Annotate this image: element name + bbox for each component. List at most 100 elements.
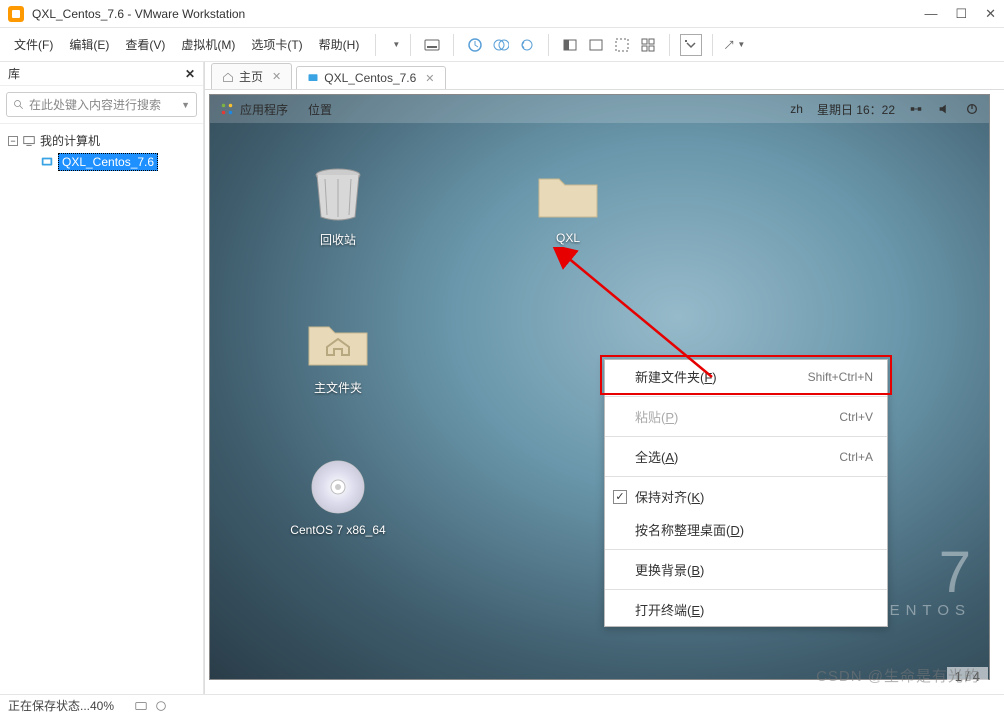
window-title: QXL_Centos_7.6 - VMware Workstation bbox=[32, 7, 245, 21]
ctx-open-terminal[interactable]: 打开终端(E) bbox=[605, 593, 887, 626]
title-bar: QXL_Centos_7.6 - VMware Workstation — ☐ … bbox=[0, 0, 1004, 28]
device-icon[interactable] bbox=[154, 699, 168, 713]
menu-file[interactable]: 文件(F) bbox=[8, 33, 59, 56]
library-title: 库 bbox=[8, 65, 20, 82]
fullscreen-button[interactable] bbox=[680, 34, 702, 56]
separator bbox=[669, 34, 670, 56]
separator bbox=[375, 34, 376, 56]
vm-viewport: 应用程序 位置 zh 星期日 16：22 回收站 bbox=[205, 90, 1004, 694]
tab-vm-label: QXL_Centos_7.6 bbox=[324, 71, 416, 85]
ctx-separator bbox=[605, 476, 887, 477]
separator bbox=[453, 34, 454, 56]
snapshot-manager-button[interactable] bbox=[490, 34, 512, 56]
home-folder-icon bbox=[303, 313, 373, 373]
ctx-new-folder[interactable]: 新建文件夹(F) Shift+Ctrl+N bbox=[605, 360, 887, 393]
desktop-iso[interactable]: CentOS 7 x86_64 bbox=[278, 457, 398, 537]
folder-icon bbox=[533, 165, 603, 225]
context-menu: 新建文件夹(F) Shift+Ctrl+N 粘贴(P) Ctrl+V 全选(A)… bbox=[604, 359, 888, 627]
desktop-trash[interactable]: 回收站 bbox=[278, 165, 398, 248]
gnome-applications[interactable]: 应用程序 bbox=[240, 101, 288, 118]
ctx-keep-aligned[interactable]: ✓ 保持对齐(K) bbox=[605, 480, 887, 513]
gnome-places[interactable]: 位置 bbox=[308, 101, 332, 118]
tab-bar: 主页 ✕ QXL_Centos_7.6 ✕ bbox=[205, 62, 1004, 90]
trash-icon bbox=[303, 165, 373, 225]
desktop-qxl-folder[interactable]: QXL bbox=[508, 165, 628, 245]
vm-tree: − 我的计算机 QXL_Centos_7.6 bbox=[0, 124, 203, 179]
volume-icon[interactable] bbox=[937, 102, 951, 116]
disc-icon bbox=[303, 457, 373, 517]
status-bar: 正在保存状态...40% bbox=[0, 694, 1004, 716]
tree-vm-label: QXL_Centos_7.6 bbox=[58, 153, 158, 171]
maximize-button[interactable]: ☐ bbox=[955, 6, 967, 22]
ctx-change-bg[interactable]: 更换背景(B) bbox=[605, 553, 887, 586]
centos-name: CENTOS bbox=[873, 602, 971, 619]
desktop-home-label: 主文件夹 bbox=[278, 379, 398, 396]
power-icon[interactable] bbox=[965, 102, 979, 116]
view-thumbnail-button[interactable] bbox=[611, 34, 633, 56]
tab-close-icon[interactable]: ✕ bbox=[272, 70, 281, 83]
tree-vm-item[interactable]: QXL_Centos_7.6 bbox=[40, 151, 195, 173]
ctx-select-all[interactable]: 全选(A) Ctrl+A bbox=[605, 440, 887, 473]
tree-root[interactable]: − 我的计算机 bbox=[8, 130, 195, 151]
snapshot-button[interactable] bbox=[464, 34, 486, 56]
view-console-button[interactable] bbox=[585, 34, 607, 56]
tab-home[interactable]: 主页 ✕ bbox=[211, 63, 292, 89]
desktop-home-folder[interactable]: 主文件夹 bbox=[278, 313, 398, 396]
menu-edit[interactable]: 编辑(E) bbox=[63, 33, 115, 56]
ctx-shortcut: Ctrl+V bbox=[839, 410, 873, 424]
checkbox-checked-icon: ✓ bbox=[613, 490, 627, 504]
vm-screen[interactable]: 应用程序 位置 zh 星期日 16：22 回收站 bbox=[209, 94, 990, 680]
library-close-button[interactable]: ✕ bbox=[185, 67, 195, 81]
close-button[interactable]: ✕ bbox=[985, 6, 996, 22]
ctx-separator bbox=[605, 589, 887, 590]
activities-icon bbox=[220, 102, 234, 116]
separator bbox=[410, 34, 411, 56]
revert-button[interactable] bbox=[516, 34, 538, 56]
library-header: 库 ✕ bbox=[0, 62, 203, 86]
vm-tab-icon bbox=[307, 72, 319, 84]
separator bbox=[548, 34, 549, 56]
disk-icon[interactable] bbox=[134, 699, 148, 713]
computer-icon bbox=[22, 134, 36, 148]
search-icon bbox=[13, 99, 25, 111]
ctx-organize[interactable]: 按名称整理桌面(D) bbox=[605, 513, 887, 546]
gnome-lang[interactable]: zh bbox=[790, 102, 803, 116]
ctx-separator bbox=[605, 549, 887, 550]
centos-version: 7 bbox=[873, 544, 971, 602]
view-single-button[interactable] bbox=[559, 34, 581, 56]
gnome-top-bar: 应用程序 位置 zh 星期日 16：22 bbox=[210, 95, 989, 123]
menu-bar: 文件(F) 编辑(E) 查看(V) 虚拟机(M) 选项卡(T) 帮助(H) ▼ … bbox=[0, 28, 1004, 62]
tree-collapse-icon[interactable]: − bbox=[8, 136, 18, 146]
vmware-logo-icon bbox=[8, 6, 24, 22]
tab-vm[interactable]: QXL_Centos_7.6 ✕ bbox=[296, 66, 445, 89]
minimize-button[interactable]: — bbox=[924, 6, 937, 22]
gnome-datetime[interactable]: 星期日 16：22 bbox=[817, 101, 895, 118]
send-ctrl-alt-del-button[interactable] bbox=[421, 34, 443, 56]
view-unity-button[interactable] bbox=[637, 34, 659, 56]
menu-help[interactable]: 帮助(H) bbox=[313, 33, 366, 56]
stretch-button[interactable]: ▼ bbox=[723, 34, 745, 56]
tree-root-label: 我的计算机 bbox=[40, 132, 100, 149]
library-search: 在此处键入内容进行搜索 ▼ bbox=[0, 86, 203, 124]
menu-view[interactable]: 查看(V) bbox=[119, 33, 171, 56]
library-search-input[interactable]: 在此处键入内容进行搜索 ▼ bbox=[6, 92, 197, 117]
separator bbox=[712, 34, 713, 56]
pause-button[interactable]: ▼ bbox=[386, 40, 400, 49]
menu-tabs[interactable]: 选项卡(T) bbox=[245, 33, 308, 56]
menu-vm[interactable]: 虚拟机(M) bbox=[175, 33, 241, 56]
centos-brand: 7 CENTOS bbox=[873, 544, 971, 619]
desktop-iso-label: CentOS 7 x86_64 bbox=[278, 523, 398, 537]
status-text: 正在保存状态...40% bbox=[8, 697, 114, 714]
ctx-separator bbox=[605, 436, 887, 437]
desktop-qxl-label: QXL bbox=[508, 231, 628, 245]
search-placeholder: 在此处键入内容进行搜索 bbox=[29, 96, 161, 113]
dropdown-caret-icon: ▼ bbox=[392, 40, 400, 49]
ctx-paste: 粘贴(P) Ctrl+V bbox=[605, 400, 887, 433]
tab-close-icon[interactable]: ✕ bbox=[425, 72, 434, 85]
window-controls: — ☐ ✕ bbox=[924, 6, 996, 22]
home-icon bbox=[222, 71, 234, 83]
content-area: 主页 ✕ QXL_Centos_7.6 ✕ 应用程序 位置 zh 星期日 16：… bbox=[204, 62, 1004, 694]
library-panel: 库 ✕ 在此处键入内容进行搜索 ▼ − 我的计算机 QXL_Centos_7.6 bbox=[0, 62, 204, 694]
network-icon[interactable] bbox=[909, 102, 923, 116]
page-indicator: 1 / 4 bbox=[947, 667, 988, 686]
